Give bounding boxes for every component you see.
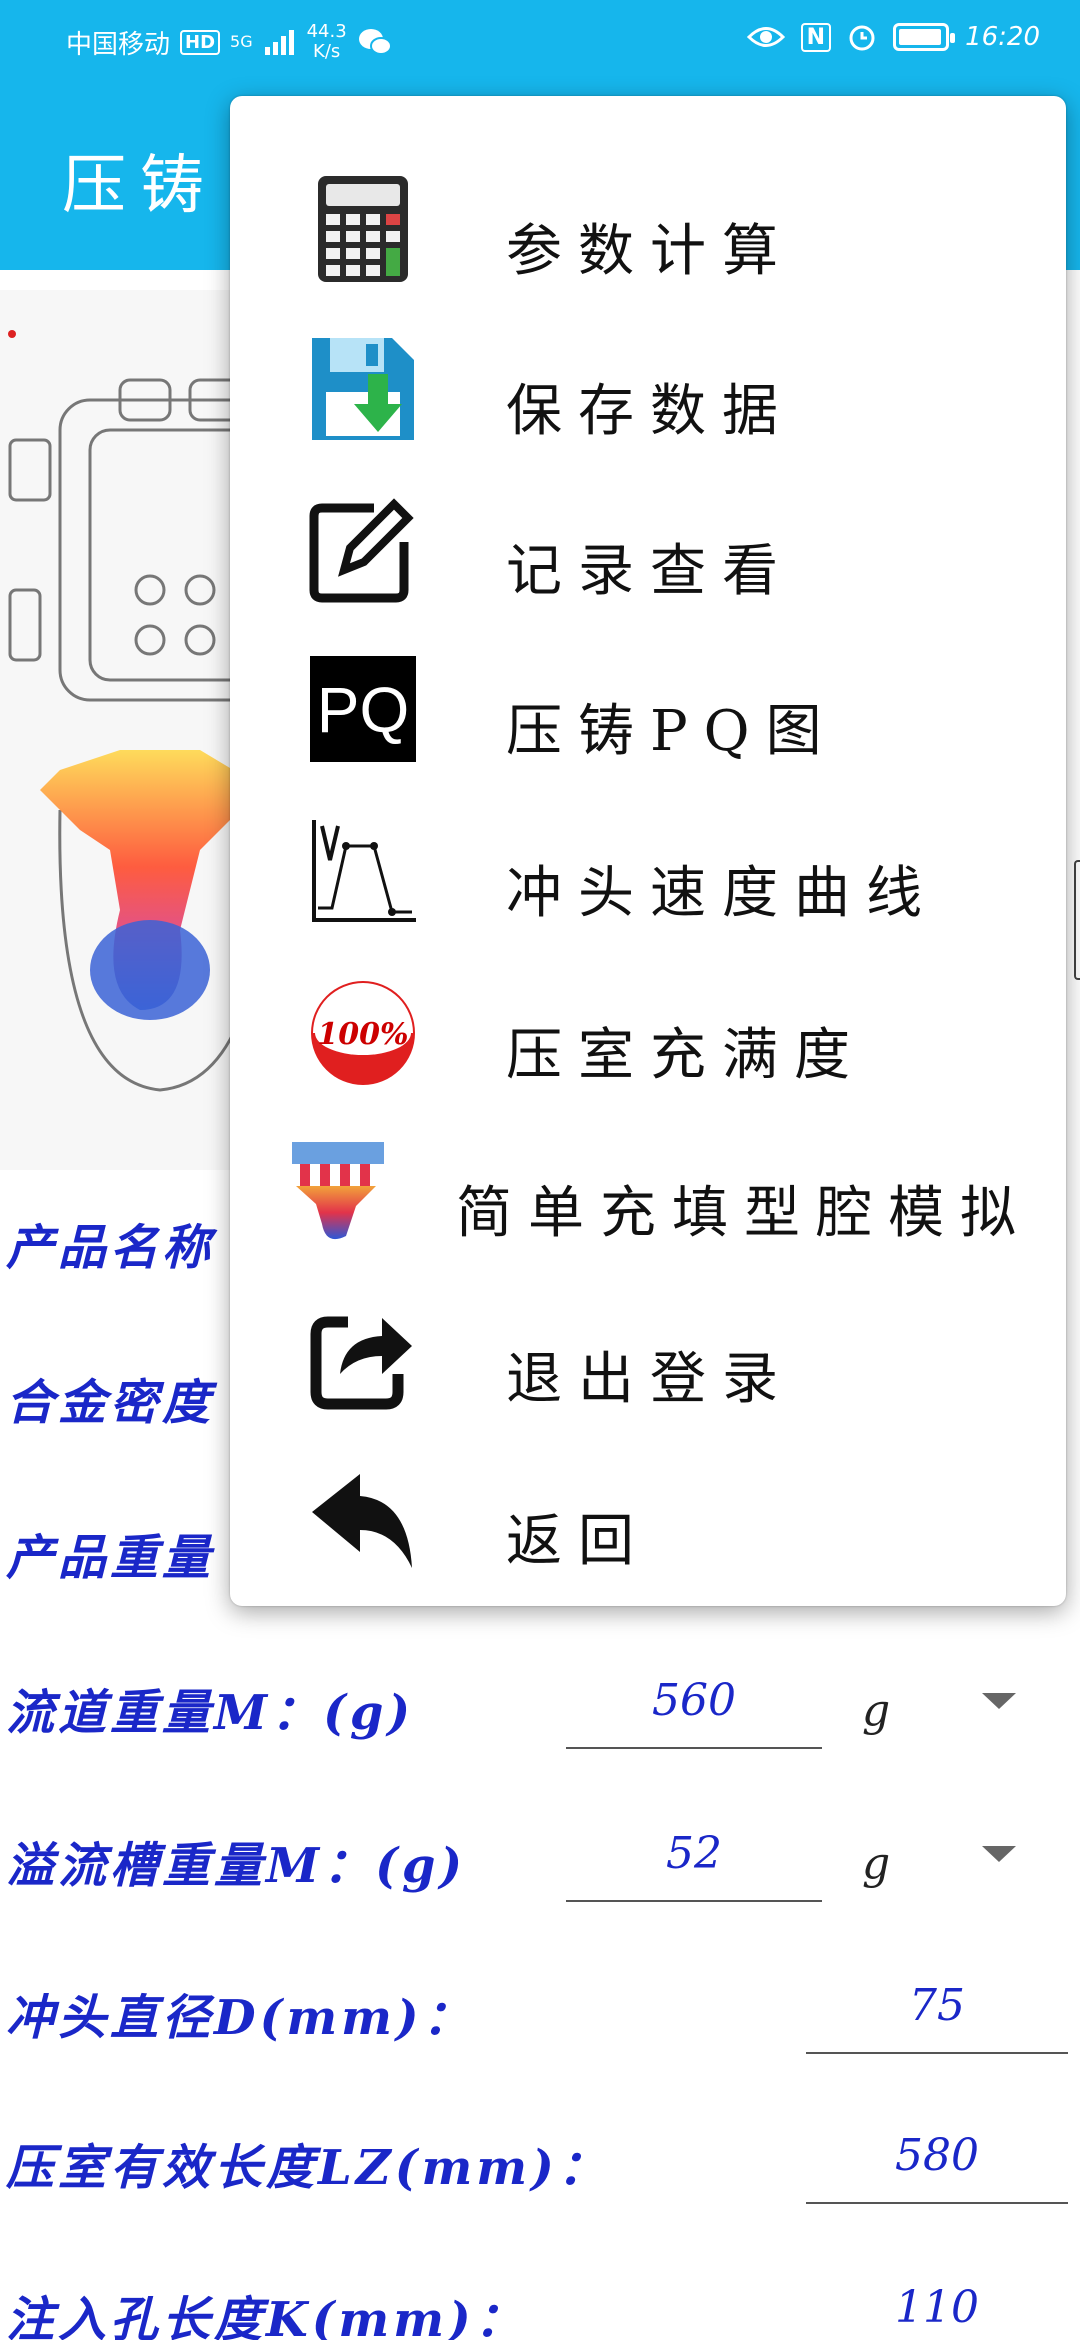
speed-curve-icon xyxy=(312,820,416,922)
menu-item-parameter-calc[interactable]: 参数计算 xyxy=(230,134,1066,294)
product-weight-label: 产品重量 xyxy=(6,1530,215,1586)
cavity-sim-icon xyxy=(292,1142,384,1240)
overflow-weight-input[interactable]: 52 xyxy=(566,1828,822,1879)
plunger-diameter-row: 冲头直径D(mm)： 75 xyxy=(0,1960,1080,2060)
menu-label-parameter-calc: 参数计算 xyxy=(506,219,794,284)
eye-icon xyxy=(746,27,785,47)
plunger-diameter-input[interactable]: 75 xyxy=(806,1980,1068,2031)
menu-label-pq-chart: 压铸PQ图 xyxy=(506,699,838,764)
back-arrow-icon xyxy=(312,1474,412,1568)
inlet-length-input[interactable]: 110 xyxy=(806,2282,1068,2333)
wechat-icon xyxy=(358,29,392,55)
menu-item-speed-curve[interactable]: 冲头速度曲线 xyxy=(230,776,1066,936)
edit-record-icon xyxy=(309,498,414,603)
marker-dot xyxy=(8,330,16,338)
menu-label-cavity-sim: 简单充填型腔模拟 xyxy=(456,1181,1032,1246)
inlet-length-label: 注入孔长度K(mm)： xyxy=(6,2292,527,2340)
inlet-length-row: 注入孔长度K(mm)： 110 xyxy=(0,2262,1080,2340)
net-speed: 44.3 K/s xyxy=(307,22,347,62)
overflow-weight-underline xyxy=(566,1900,822,1902)
options-menu: 参数计算 保存数据 记录查看 PQ 压铸PQ图 冲头速度曲线 100% 压室充满… xyxy=(230,96,1066,1606)
signal-icon xyxy=(264,30,294,55)
runner-weight-row: 流道重量M：(g) 560 g xyxy=(0,1655,1080,1755)
fill-percent-icon: 100% xyxy=(311,981,415,1085)
alloy-density-label: 合金密度 xyxy=(6,1375,215,1431)
menu-label-save-data: 保存数据 xyxy=(506,379,794,444)
menu-label-speed-curve: 冲头速度曲线 xyxy=(506,861,938,926)
menu-item-pq-chart[interactable]: PQ 压铸PQ图 xyxy=(230,614,1066,774)
overflow-weight-row: 溢流槽重量M：(g) 52 g xyxy=(0,1808,1080,1908)
save-floppy-icon xyxy=(312,338,414,440)
chamber-length-label: 压室有效长度LZ(mm)： xyxy=(6,2140,610,2196)
scroll-indicator[interactable] xyxy=(1074,860,1080,980)
plunger-diameter-underline xyxy=(806,2052,1068,2054)
menu-item-chamber-fill[interactable]: 100% 压室充满度 xyxy=(230,938,1066,1098)
clock: 16:20 xyxy=(965,22,1040,52)
calculator-icon xyxy=(318,176,408,282)
menu-item-logout[interactable]: 退出登录 xyxy=(230,1262,1066,1422)
runner-weight-label: 流道重量M：(g) xyxy=(6,1685,415,1741)
menu-label-chamber-fill: 压室充满度 xyxy=(506,1023,866,1088)
carrier-label: 中国移动 xyxy=(66,29,171,60)
runner-weight-unit[interactable]: g xyxy=(862,1685,890,1736)
fill-icon-text: 100% xyxy=(317,1017,408,1052)
runner-unit-dropdown-icon[interactable] xyxy=(982,1693,1016,1709)
pq-chart-icon: PQ xyxy=(310,656,416,762)
status-left: 中国移动 HD 5G 44.3 K/s xyxy=(66,22,393,62)
hd-badge: HD xyxy=(180,29,221,55)
menu-label-record-view: 记录查看 xyxy=(506,539,794,604)
overflow-unit-dropdown-icon[interactable] xyxy=(982,1846,1016,1862)
menu-item-back[interactable]: 返回 xyxy=(230,1424,1066,1584)
app-title: 压铸 xyxy=(62,149,218,223)
plunger-diameter-label: 冲头直径D(mm)： xyxy=(6,1990,475,2046)
status-bar: 中国移动 HD 5G 44.3 K/s N 16:20 xyxy=(0,0,1080,88)
chamber-length-input[interactable]: 580 xyxy=(806,2130,1068,2181)
product-name-label: 产品名称 xyxy=(6,1220,215,1276)
overflow-weight-label: 溢流槽重量M：(g) xyxy=(6,1838,467,1894)
nfc-icon: N xyxy=(800,22,832,52)
overflow-weight-unit[interactable]: g xyxy=(862,1838,890,1889)
battery-icon xyxy=(893,23,956,51)
status-right: N 16:20 xyxy=(746,22,1040,52)
alarm-icon xyxy=(849,25,875,51)
logout-share-icon xyxy=(310,1316,412,1410)
menu-item-record-view[interactable]: 记录查看 xyxy=(230,454,1066,614)
menu-item-cavity-sim[interactable]: 简单充填型腔模拟 xyxy=(230,1096,1066,1256)
net-speed-value: 44.3 xyxy=(306,21,347,42)
chamber-length-row: 压室有效长度LZ(mm)： 580 xyxy=(0,2110,1080,2210)
net-speed-unit: K/s xyxy=(313,41,341,62)
menu-label-back: 返回 xyxy=(506,1509,650,1574)
chamber-length-underline xyxy=(806,2202,1068,2204)
pq-icon-text: PQ xyxy=(317,674,409,746)
runner-weight-input[interactable]: 560 xyxy=(566,1675,822,1726)
network-type: 5G xyxy=(230,32,253,51)
runner-weight-underline xyxy=(566,1747,822,1749)
menu-item-save-data[interactable]: 保存数据 xyxy=(230,294,1066,454)
menu-label-logout: 退出登录 xyxy=(506,1347,794,1412)
